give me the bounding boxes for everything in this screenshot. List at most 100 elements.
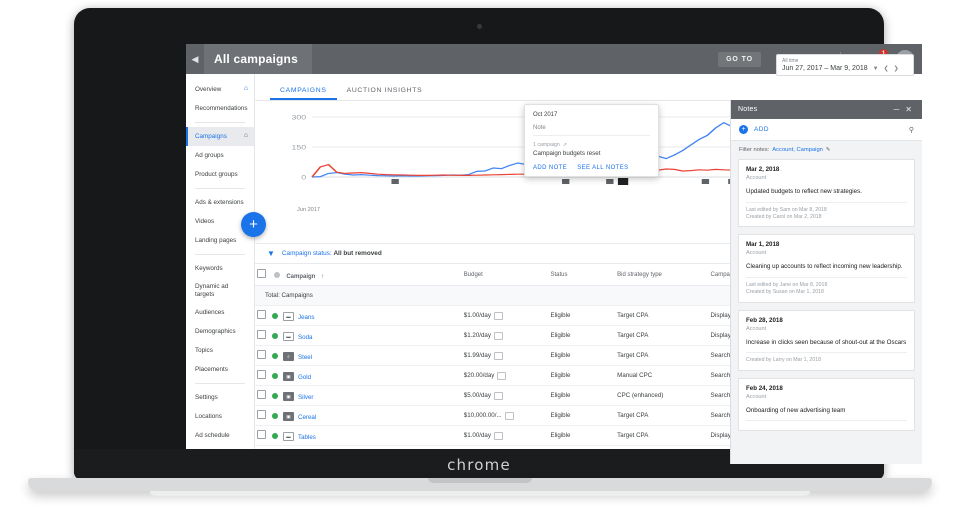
plus-circle-icon[interactable]: + [739, 125, 748, 134]
add-note-button[interactable]: ADD NOTE [533, 165, 567, 171]
sidebar-item-dynamic-ad-targets[interactable]: Dynamic ad targets [186, 278, 254, 303]
home-icon[interactable]: ⌂ [244, 132, 248, 140]
add-note-button[interactable]: ADD [754, 126, 909, 133]
google-ads-app: ◀ All campaigns GO TO Overview ⌂ Recomme… [186, 44, 922, 464]
cell-campaign[interactable]: ▬ Jeans [255, 305, 462, 326]
row-checkbox[interactable] [257, 429, 266, 439]
cell-bid-strategy-type[interactable]: Target CPA [615, 305, 709, 326]
laptop-lid: ◀ All campaigns GO TO Overview ⌂ Recomme… [74, 8, 922, 478]
note-date: Mar 2, 2018 [746, 166, 780, 173]
campaign-name-link[interactable]: Steel [298, 354, 312, 361]
tab-campaigns[interactable]: CAMPAIGNS [270, 87, 337, 100]
note-card[interactable]: Mar 1, 2018 Account Cleaning up accounts t… [738, 234, 915, 303]
sidebar-divider [195, 254, 245, 255]
sidebar-item-audiences[interactable]: Audiences [186, 303, 254, 322]
total-label: Total: Campaigns [255, 285, 462, 306]
cell-bid-strategy-type[interactable]: Target CPA [615, 325, 709, 346]
notes-filter-value[interactable]: Account, Campaign [772, 147, 823, 153]
campaign-name-link[interactable]: Silver [298, 394, 313, 401]
chevron-down-icon[interactable]: ▼ [873, 66, 879, 72]
date-range-row: Jun 27, 2017 – Mar 9, 2018 ▼ ❮ ❯ [782, 65, 908, 72]
close-icon[interactable]: ✕ [902, 105, 915, 114]
row-checkbox[interactable] [257, 389, 266, 399]
campaign-name-link[interactable]: Soda [298, 334, 312, 341]
row-checkbox[interactable] [257, 369, 266, 379]
cell-budget[interactable]: $1.20/day [461, 325, 549, 346]
notes-list[interactable]: Mar 2, 2018 Account Updated budgets to ref… [731, 159, 922, 464]
note-card[interactable]: Feb 28, 2018 Account Increase in clicks se… [738, 309, 915, 371]
cell-campaign[interactable]: ▣ Cereal [255, 405, 462, 426]
sidebar-item-placements[interactable]: Placements [186, 360, 254, 379]
cell-campaign[interactable]: ⌕ Steel [255, 345, 462, 366]
tab-auction-insights[interactable]: AUCTION INSIGHTS [337, 87, 433, 100]
note-scope: Account [746, 325, 767, 332]
campaign-name-link[interactable]: Gold [298, 374, 311, 381]
campaign-name-link[interactable]: Cereal [298, 414, 316, 421]
chevron-left-icon[interactable]: ❮ [884, 65, 889, 72]
sidebar-item-ad-groups[interactable]: Ad groups [186, 146, 254, 165]
sidebar-item-landing-pages[interactable]: Landing pages [186, 231, 254, 250]
chevron-right-icon[interactable]: ❯ [894, 65, 899, 72]
cell-campaign[interactable]: ▣ Silver [255, 385, 462, 406]
cell-bid-strategy-type[interactable]: Target CPA [615, 345, 709, 366]
cell-budget[interactable]: $1.00/day [461, 425, 549, 446]
note-card[interactable]: Mar 2, 2018 Account Updated budgets to ref… [738, 159, 915, 228]
go-to-button[interactable]: GO TO [718, 51, 761, 67]
note-body: Updated budgets to reflect new strategie… [746, 188, 907, 203]
pencil-icon[interactable]: ✎ [826, 147, 831, 153]
cell-budget[interactable]: $20.00/day [461, 365, 549, 386]
th-budget[interactable]: Budget [461, 264, 549, 286]
sidebar-item-ad-schedule[interactable]: Ad schedule [186, 426, 254, 445]
cell-budget[interactable]: $1.99/day [461, 345, 549, 366]
arrow-up-icon[interactable]: ↑ [321, 274, 324, 280]
sidebar-item-overview[interactable]: Overview ⌂ [186, 80, 254, 99]
sidebar-item-settings[interactable]: Settings [186, 388, 254, 407]
select-all-checkbox[interactable] [257, 269, 266, 278]
cell-budget[interactable]: $1.00/day [461, 305, 549, 326]
chart-note-marker-selected [617, 178, 629, 185]
minimize-icon[interactable]: ─ [891, 105, 903, 114]
campaign-name-link[interactable]: Jeans [298, 314, 315, 321]
sidebar-item-product-groups[interactable]: Product groups [186, 165, 254, 184]
row-checkbox[interactable] [257, 409, 266, 419]
see-all-notes-button[interactable]: SEE ALL NOTES [577, 165, 628, 171]
filter-icon[interactable]: ▼ [267, 249, 275, 258]
add-campaign-fab[interactable]: + [241, 212, 266, 237]
row-checkbox[interactable] [257, 329, 266, 339]
cell-campaign[interactable]: ▬ Tables [255, 425, 462, 446]
sidebar-item-recommendations[interactable]: Recommendations [186, 99, 254, 118]
search-icon[interactable]: ⚲ [909, 126, 914, 134]
note-tooltip[interactable]: Oct 2017 Note 1 campaign ➚ Campaign budg… [524, 104, 659, 177]
note-scope: Account [746, 175, 767, 181]
tooltip-date: Oct 2017 [533, 112, 558, 118]
campaign-name-link[interactable]: Tables [298, 434, 316, 441]
sidebar-item-label: Settings [195, 393, 218, 401]
sidebar-item-keywords[interactable]: Keywords [186, 259, 254, 278]
status-dot-header [273, 272, 280, 278]
cell-budget[interactable]: $10,000.00/... [461, 405, 549, 426]
date-range-picker[interactable]: All time Jun 27, 2017 – Mar 9, 2018 ▼ ❮ … [776, 54, 914, 76]
cell-budget[interactable]: $5.00/day [461, 385, 549, 406]
th-bid-strategy-type[interactable]: Bid strategy type [615, 264, 709, 286]
sidebar-item-ads-extensions[interactable]: Ads & extensions [186, 193, 254, 212]
sidebar-item-demographics[interactable]: Demographics [186, 322, 254, 341]
tab-bar: CAMPAIGNS AUCTION INSIGHTS [255, 74, 922, 101]
sidebar-item-topics[interactable]: Topics [186, 341, 254, 360]
note-card[interactable]: Feb 24, 2018 Account Onboarding of new adv… [738, 377, 915, 432]
sidebar-item-locations[interactable]: Locations [186, 407, 254, 426]
note-date: Feb 24, 2018 [746, 384, 783, 392]
row-checkbox[interactable] [257, 309, 266, 319]
home-icon[interactable]: ⌂ [244, 85, 248, 93]
row-checkbox[interactable] [257, 349, 266, 359]
cell-status: Eligible [548, 365, 616, 386]
th-status[interactable]: Status [548, 264, 616, 286]
sidebar-item-campaigns[interactable]: Campaigns ⌂ [186, 127, 254, 146]
th-campaign[interactable]: Campaign ↑ [255, 264, 462, 286]
cell-bid-strategy-type[interactable]: Target CPA [615, 425, 709, 446]
chevron-left-icon[interactable]: ◀ [186, 44, 204, 74]
cell-campaign[interactable]: ▣ Gold [255, 365, 462, 386]
filter-chip[interactable]: Campaign status: All but removed [282, 250, 382, 257]
laptop-screen: ◀ All campaigns GO TO Overview ⌂ Recomme… [186, 44, 922, 464]
cell-campaign[interactable]: ▬ Soda [255, 325, 462, 346]
cell-bid-strategy-type[interactable]: Target CPA [615, 405, 709, 426]
